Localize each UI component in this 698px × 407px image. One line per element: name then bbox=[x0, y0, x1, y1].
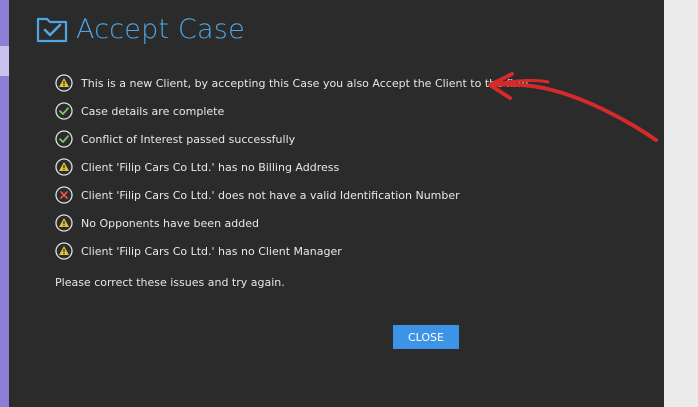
validation-message: Client 'Filip Cars Co Ltd.' has no Clien… bbox=[55, 237, 655, 265]
close-button[interactable]: CLOSE bbox=[393, 325, 459, 349]
validation-message: Client 'Filip Cars Co Ltd.' has no Billi… bbox=[55, 153, 655, 181]
warning-icon bbox=[55, 214, 73, 232]
validation-message-text: Case details are complete bbox=[81, 104, 225, 118]
warning-icon bbox=[55, 74, 73, 92]
validation-message-text: This is a new Client, by accepting this … bbox=[81, 76, 529, 90]
validation-message-text: Client 'Filip Cars Co Ltd.' has no Clien… bbox=[81, 244, 342, 258]
instruction-text: Please correct these issues and try agai… bbox=[55, 276, 285, 289]
validation-message: Client 'Filip Cars Co Ltd.' does not hav… bbox=[55, 181, 655, 209]
dialog-title: Accept Case bbox=[76, 13, 245, 45]
validation-message-text: Conflict of Interest passed successfully bbox=[81, 132, 296, 146]
validation-message-text: No Opponents have been added bbox=[81, 216, 259, 230]
dialog-header: Accept Case bbox=[36, 12, 245, 46]
validation-message-text: Client 'Filip Cars Co Ltd.' has no Billi… bbox=[81, 160, 340, 174]
background-panel bbox=[664, 0, 698, 407]
validation-message: This is a new Client, by accepting this … bbox=[55, 69, 655, 97]
checked-folder-icon bbox=[36, 17, 68, 43]
validation-message: Case details are complete bbox=[55, 97, 655, 125]
accept-case-dialog: Accept Case This is a new Client, by acc… bbox=[9, 0, 664, 407]
error-icon bbox=[55, 186, 73, 204]
warning-icon bbox=[55, 158, 73, 176]
check-icon bbox=[55, 130, 73, 148]
validation-message: No Opponents have been added bbox=[55, 209, 655, 237]
check-icon bbox=[55, 102, 73, 120]
validation-message-list: This is a new Client, by accepting this … bbox=[55, 69, 655, 265]
warning-icon bbox=[55, 242, 73, 260]
sidebar-active-tab[interactable] bbox=[0, 46, 9, 76]
validation-message-text: Client 'Filip Cars Co Ltd.' does not hav… bbox=[81, 188, 460, 202]
validation-message: Conflict of Interest passed successfully bbox=[55, 125, 655, 153]
